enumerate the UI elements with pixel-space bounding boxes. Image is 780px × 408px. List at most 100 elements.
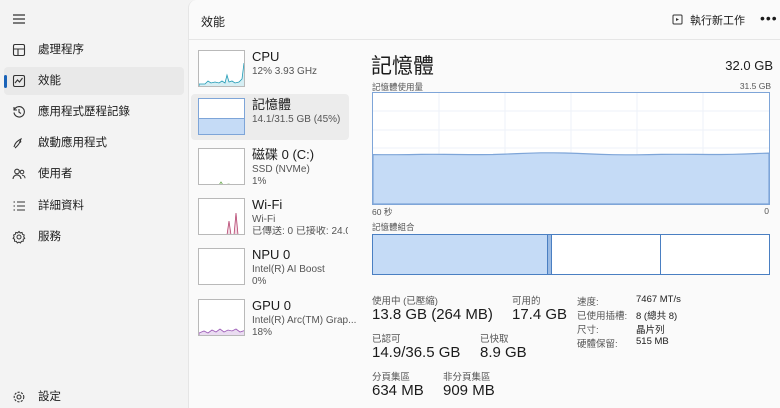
memory-detail-pane: 記憶體 32.0 GB 記憶體使用量 31.5 GB 60 秒 0 記憶體組合 … bbox=[371, 40, 780, 408]
composition-divider bbox=[660, 235, 661, 274]
device-name: CPU bbox=[252, 49, 280, 64]
sidebar-item-processes[interactable]: 處理程序 bbox=[4, 36, 184, 64]
npu-thumbnail bbox=[198, 248, 245, 285]
wifi-thumbnail bbox=[198, 198, 245, 235]
device-name: 記憶體 bbox=[252, 97, 292, 112]
hamburger-menu-icon[interactable] bbox=[12, 12, 26, 26]
nonpaged-pool-value: 909 MB bbox=[443, 382, 495, 399]
users-icon bbox=[12, 168, 26, 180]
device-sub1: 14.1/31.5 GB (45%) bbox=[252, 114, 341, 125]
committed-value: 14.9/36.5 GB bbox=[372, 344, 461, 361]
device-sub2: 18% bbox=[252, 327, 273, 338]
performance-icon bbox=[12, 74, 26, 88]
disk-sparkline bbox=[219, 181, 230, 184]
cached-label: 已快取 bbox=[480, 334, 509, 345]
sidebar-item-users[interactable]: 使用者 bbox=[4, 160, 184, 188]
memory-composition-bar bbox=[372, 234, 770, 275]
gpu-sparkline bbox=[199, 328, 244, 335]
speed-label: 速度: bbox=[577, 297, 599, 308]
device-sub2: 已傳送: 0 已接收: 24.0 I bbox=[252, 226, 348, 237]
gear-icon bbox=[13, 391, 25, 403]
task-manager-window: 處理程序 效能 應用程式歷程記錄 啟動應用程式 使用者 詳細資料 服務 設定 效… bbox=[0, 0, 780, 408]
form-factor-value: 晶片列 bbox=[636, 325, 665, 336]
in-use-value: 13.8 GB (264 MB) bbox=[372, 306, 493, 323]
committed-label: 已認可 bbox=[372, 334, 401, 345]
device-sub1: 12% 3.93 GHz bbox=[252, 66, 318, 77]
grid-icon bbox=[12, 43, 26, 57]
hardware-reserved-value: 515 MB bbox=[636, 336, 669, 347]
device-item-wifi[interactable]: Wi-Fi Wi-Fi 已傳送: 0 已接收: 24.0 I bbox=[191, 194, 349, 240]
memory-usage-graph bbox=[372, 92, 770, 205]
form-factor-label: 尺寸: bbox=[577, 325, 599, 336]
services-icon bbox=[12, 230, 26, 244]
graph-axis-right: 0 bbox=[764, 206, 769, 216]
active-indicator bbox=[4, 75, 7, 88]
speed-value: 7467 MT/s bbox=[636, 294, 681, 305]
sidebar-item-label: 應用程式歷程記錄 bbox=[38, 106, 130, 118]
wifi-sparkline bbox=[226, 212, 239, 234]
cpu-sparkline bbox=[199, 62, 244, 86]
composition-in-use bbox=[373, 235, 547, 274]
sidebar-item-label: 效能 bbox=[38, 75, 61, 87]
paged-pool-label: 分頁集區 bbox=[372, 372, 411, 383]
in-use-label: 使用中 (已壓縮) bbox=[372, 296, 438, 307]
cpu-thumbnail bbox=[198, 50, 245, 87]
list-icon bbox=[13, 201, 25, 211]
paged-pool-value: 634 MB bbox=[372, 382, 424, 399]
device-item-npu[interactable]: NPU 0 Intel(R) AI Boost 0% bbox=[191, 244, 349, 290]
device-item-gpu[interactable]: GPU 0 Intel(R) Arc(TM) Grap... 18% bbox=[191, 295, 356, 341]
nonpaged-pool-label: 非分頁集區 bbox=[443, 372, 491, 383]
run-new-task-button[interactable]: 執行新工作 bbox=[672, 12, 745, 28]
sidebar-item-label: 處理程序 bbox=[38, 44, 84, 56]
startup-icon bbox=[13, 137, 22, 149]
usage-graph-max: 31.5 GB bbox=[739, 81, 771, 91]
device-name: GPU 0 bbox=[252, 298, 292, 313]
available-label: 可用的 bbox=[512, 296, 541, 307]
graph-axis-left: 60 秒 bbox=[372, 207, 393, 217]
composition-modified bbox=[547, 235, 552, 274]
sidebar-item-settings[interactable]: 設定 bbox=[4, 383, 184, 408]
more-options-button[interactable]: ••• bbox=[760, 10, 778, 26]
device-name: 磁碟 0 (C:) bbox=[252, 147, 315, 162]
device-name: NPU 0 bbox=[252, 247, 291, 262]
sidebar-item-startup-apps[interactable]: 啟動應用程式 bbox=[4, 129, 184, 157]
device-sub1: Wi-Fi bbox=[252, 214, 276, 225]
main-content: 效能 執行新工作 ••• CPU 12% 3.93 GHz 記憶體 14.1/3… bbox=[188, 0, 780, 408]
device-sub1: Intel(R) AI Boost bbox=[252, 264, 325, 275]
device-sub1: Intel(R) Arc(TM) Grap... bbox=[252, 315, 357, 326]
sidebar-item-label: 設定 bbox=[38, 391, 61, 403]
sidebar-item-performance[interactable]: 效能 bbox=[4, 67, 184, 95]
composition-label: 記憶體組合 bbox=[372, 222, 415, 232]
sidebar-item-label: 服務 bbox=[38, 231, 61, 243]
memory-thumbnail bbox=[198, 98, 245, 135]
device-item-cpu[interactable]: CPU 12% 3.93 GHz bbox=[191, 46, 349, 92]
gpu-thumbnail bbox=[198, 299, 245, 336]
device-item-disk[interactable]: 磁碟 0 (C:) SSD (NVMe) 1% bbox=[191, 144, 349, 190]
device-sub1: SSD (NVMe) bbox=[252, 164, 310, 175]
device-item-memory[interactable]: 記憶體 14.1/31.5 GB (45%) bbox=[191, 94, 349, 140]
total-capacity: 32.0 GB bbox=[725, 58, 773, 73]
cached-value: 8.9 GB bbox=[480, 344, 527, 361]
available-value: 17.4 GB bbox=[512, 306, 568, 323]
memory-thumbnail-fill bbox=[199, 118, 244, 134]
sidebar-item-details[interactable]: 詳細資料 bbox=[4, 192, 184, 220]
hardware-reserved-label: 硬體保留: bbox=[577, 339, 618, 350]
sidebar-item-label: 啟動應用程式 bbox=[38, 137, 107, 149]
run-new-task-label: 執行新工作 bbox=[690, 15, 745, 27]
sidebar-item-app-history[interactable]: 應用程式歷程記錄 bbox=[4, 98, 184, 126]
memory-usage-plot bbox=[373, 93, 769, 204]
detail-title: 記憶體 bbox=[371, 55, 434, 78]
page-title: 效能 bbox=[201, 15, 226, 29]
slots-label: 已使用插槽: bbox=[577, 311, 628, 322]
memory-usage-area bbox=[373, 152, 769, 204]
device-sub2: 0% bbox=[252, 276, 267, 287]
sidebar: 處理程序 效能 應用程式歷程記錄 啟動應用程式 使用者 詳細資料 服務 設定 bbox=[0, 0, 188, 408]
disk-thumbnail bbox=[198, 148, 245, 185]
history-icon bbox=[13, 106, 25, 118]
device-sub2: 1% bbox=[252, 176, 267, 187]
run-task-icon bbox=[672, 14, 683, 25]
device-name: Wi-Fi bbox=[252, 197, 283, 212]
sidebar-item-label: 使用者 bbox=[38, 168, 73, 180]
sidebar-item-services[interactable]: 服務 bbox=[4, 223, 184, 251]
slots-value: 8 (總共 8) bbox=[636, 311, 678, 322]
